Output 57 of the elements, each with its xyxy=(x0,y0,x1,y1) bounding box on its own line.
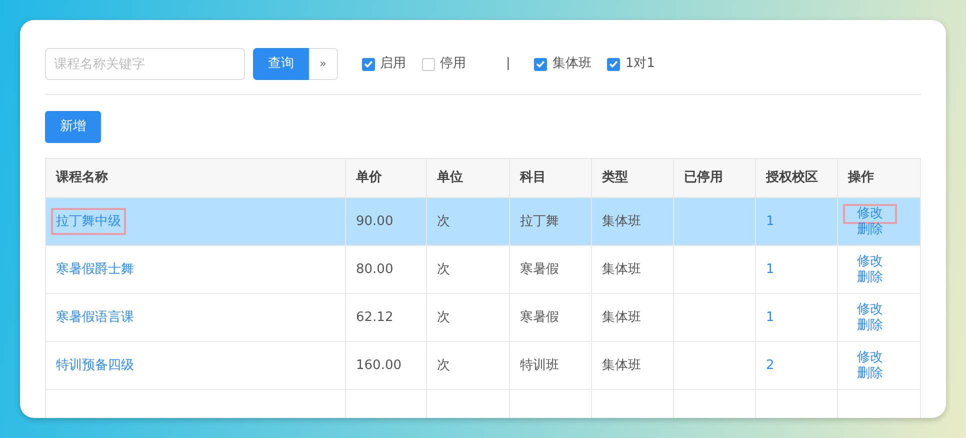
course-link[interactable]: 寒暑假语言课 xyxy=(53,306,137,330)
table-row[interactable]: 寒暑假语言课 62.12 次 寒暑假 集体班 1 修改 删除 xyxy=(46,294,920,342)
column-header: 单位 xyxy=(426,158,510,198)
table-cell: 次 xyxy=(437,310,450,325)
edit-link[interactable]: 修改 xyxy=(845,254,895,270)
course-link[interactable]: 寒暑假爵士舞 xyxy=(53,258,137,282)
search-button[interactable]: 查询 xyxy=(253,48,309,80)
table-cell: 90.00 xyxy=(356,214,394,229)
campus-count-link[interactable]: 2 xyxy=(766,358,774,373)
column-header: 科目 xyxy=(510,158,592,198)
table-cell: 次 xyxy=(437,214,450,229)
course-link[interactable]: 特训预备四级 xyxy=(53,354,137,378)
separator-mark: | xyxy=(506,55,510,74)
edit-link[interactable]: 修改 xyxy=(845,350,895,366)
table-cell: 集体班 xyxy=(602,358,641,373)
column-header: 授权校区 xyxy=(756,158,838,198)
checkbox-label: 停用 xyxy=(440,55,466,74)
column-header: 操作 xyxy=(838,158,920,198)
table-cell: 160.00 xyxy=(356,358,402,373)
search-field[interactable]: 课程名称关键字 xyxy=(45,48,245,80)
table-cell: 62.12 xyxy=(356,310,394,325)
column-header: 类型 xyxy=(592,158,674,198)
table-row[interactable]: 拉丁舞中级 90.00 次 拉丁舞 集体班 1 修改 删除 xyxy=(46,198,920,246)
delete-link[interactable]: 删除 xyxy=(845,366,895,382)
edit-link[interactable]: 修改 xyxy=(845,206,895,222)
checkbox-label: 集体班 xyxy=(552,55,592,74)
table-cell: 集体班 xyxy=(602,310,641,325)
delete-link[interactable]: 删除 xyxy=(845,318,895,334)
campus-count-link[interactable]: 1 xyxy=(766,214,774,229)
campus-count-link[interactable]: 1 xyxy=(766,310,774,325)
table-cell: 寒暑假 xyxy=(520,262,559,277)
edit-link[interactable]: 修改 xyxy=(845,302,895,318)
checkbox[interactable] xyxy=(362,58,375,70)
campus-count-link[interactable]: 1 xyxy=(766,262,774,277)
delete-link[interactable]: 删除 xyxy=(845,222,895,238)
table-cell: 寒暑假 xyxy=(520,310,559,325)
dropdown-toggle[interactable]: » xyxy=(309,48,338,80)
checkbox[interactable] xyxy=(534,58,548,70)
table-cell: 次 xyxy=(437,358,450,373)
checkbox[interactable] xyxy=(422,58,435,70)
checkbox-label: 1对1 xyxy=(625,55,655,74)
table-cell: 次 xyxy=(437,262,450,277)
table-cell: 集体班 xyxy=(602,214,641,229)
delete-link[interactable]: 删除 xyxy=(845,270,895,286)
checkbox[interactable] xyxy=(607,58,620,70)
table-cell: 集体班 xyxy=(602,262,641,277)
table-row[interactable]: 特训预备四级 160.00 次 特训班 集体班 2 修改 删除 xyxy=(46,342,920,390)
checkbox-label: 启用 xyxy=(380,55,406,74)
table-cell: 80.00 xyxy=(356,262,394,277)
column-header: 单价 xyxy=(346,158,426,198)
column-header: 已停用 xyxy=(674,158,756,198)
table-cell: 拉丁舞 xyxy=(520,214,559,229)
table-row[interactable]: 寒暑假爵士舞 80.00 次 寒暑假 集体班 1 修改 删除 xyxy=(46,246,920,294)
table-cell: 特训班 xyxy=(520,358,559,373)
add-button[interactable]: 新增 xyxy=(45,111,101,143)
course-link[interactable]: 拉丁舞中级 xyxy=(53,210,124,234)
column-header: 课程名称 xyxy=(46,158,346,198)
